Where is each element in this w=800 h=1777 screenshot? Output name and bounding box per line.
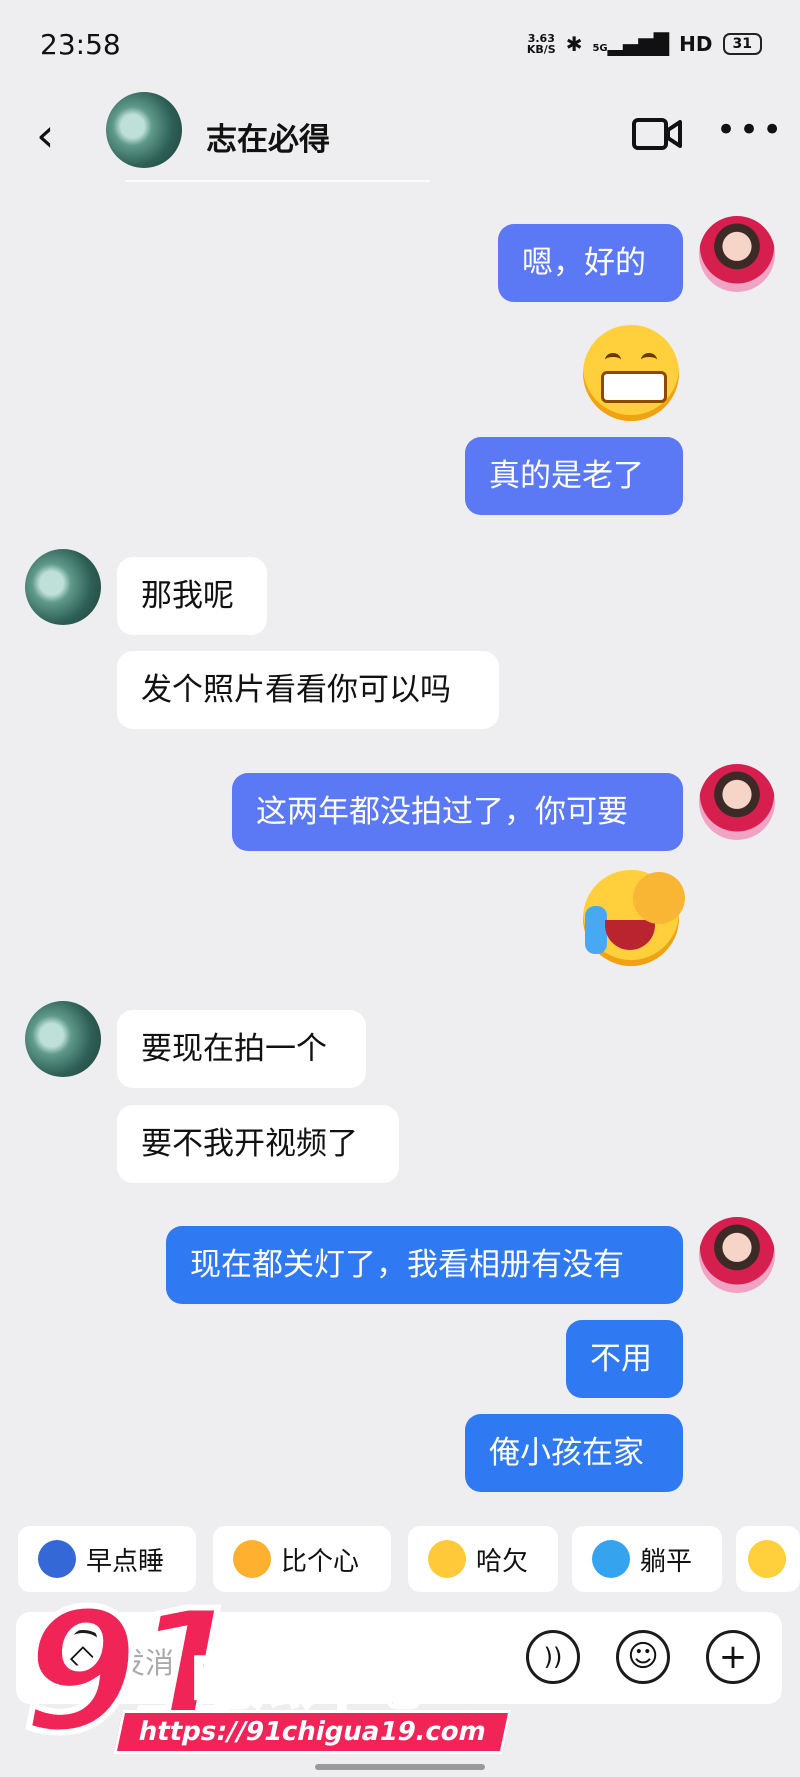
status-icons: 3.63 KB/S ✱ 5G▂▄▆█ HD 31 <box>527 32 762 56</box>
home-indicator[interactable] <box>315 1764 485 1770</box>
yawn-icon <box>428 1540 466 1578</box>
emoji-button-icon[interactable]: ☺ <box>616 1630 670 1684</box>
video-camera-icon[interactable] <box>632 114 682 154</box>
watermark-text: 吃瓜中心 <box>191 1647 434 1720</box>
message-bubble-out[interactable]: 俺小孩在家 <box>465 1414 683 1492</box>
more-button[interactable]: ••• <box>716 113 782 147</box>
hd-badge: HD <box>679 32 713 56</box>
facepalm-crying-face-icon[interactable] <box>583 870 685 966</box>
bluetooth-icon: ✱ <box>565 32 583 56</box>
message-bubble-out[interactable]: 这两年都没拍过了，你可要 <box>232 773 683 851</box>
emoji-icon <box>748 1540 786 1578</box>
signal-icon: 5G▂▄▆█ <box>592 32 670 56</box>
message-bubble-out[interactable]: 现在都关灯了，我看相册有没有 <box>166 1226 683 1304</box>
contact-avatar[interactable] <box>25 1001 101 1077</box>
status-bar: 23:58 3.63 KB/S ✱ 5G▂▄▆█ HD 31 <box>0 0 800 92</box>
grinning-face-icon[interactable] <box>583 325 679 421</box>
message-bubble-out[interactable]: 真的是老了 <box>465 437 683 515</box>
status-time: 23:58 <box>40 28 121 61</box>
header-divider <box>125 180 430 182</box>
my-avatar[interactable] <box>699 764 775 840</box>
voice-icon[interactable]: )) <box>526 1630 580 1684</box>
back-button[interactable]: ‹ <box>36 110 76 160</box>
message-bubble-in[interactable]: 要现在拍一个 <box>117 1010 366 1088</box>
battery-icon: 31 <box>722 33 762 55</box>
message-bubble-in[interactable]: 那我呢 <box>117 557 267 635</box>
lie-flat-icon <box>592 1540 630 1578</box>
watermark-logo: 91 吃瓜中心 https://91chigua19.com <box>19 1585 512 1767</box>
message-bubble-out[interactable]: 不用 <box>566 1320 683 1398</box>
chat-header: ‹ 志在必得 ••• <box>0 92 800 182</box>
message-bubble-in[interactable]: 发个照片看看你可以吗 <box>117 651 499 729</box>
message-bubble-in[interactable]: 要不我开视频了 <box>117 1105 399 1183</box>
my-avatar[interactable] <box>699 1217 775 1293</box>
plus-icon[interactable]: + <box>706 1630 760 1684</box>
my-avatar[interactable] <box>699 216 775 292</box>
contact-avatar[interactable] <box>25 549 101 625</box>
message-bubble-out[interactable]: 嗯，好的 <box>498 224 683 302</box>
quick-reply-chip[interactable] <box>736 1526 800 1592</box>
heart-gesture-icon <box>233 1540 271 1578</box>
network-speed: 3.63 KB/S <box>526 32 556 56</box>
quick-reply-chip[interactable]: 躺平 <box>572 1526 722 1592</box>
contact-avatar[interactable] <box>106 92 182 168</box>
chat-title: 志在必得 <box>206 122 330 158</box>
watermark-url: https://91chigua19.com <box>113 1710 512 1754</box>
quick-reply-chip[interactable]: 比个心 <box>213 1526 391 1592</box>
quick-reply-chip[interactable]: 哈欠 <box>408 1526 558 1592</box>
sleep-icon <box>38 1540 76 1578</box>
